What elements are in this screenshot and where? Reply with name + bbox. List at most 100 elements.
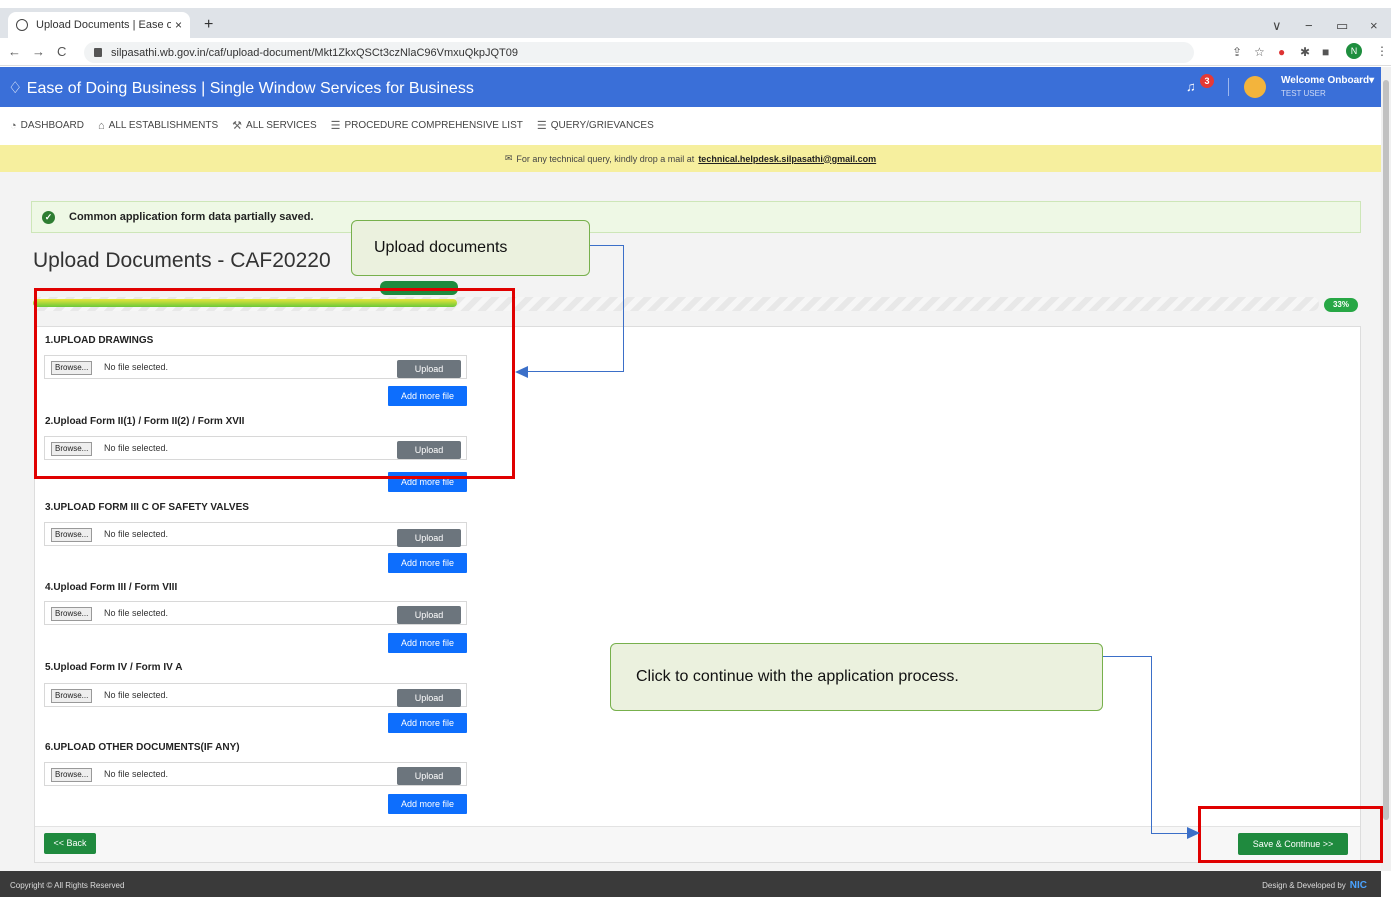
browser-tab[interactable]: Upload Documents | Ease of doi × xyxy=(8,12,190,38)
extension-icon[interactable]: ● xyxy=(1278,45,1285,59)
helpdesk-notice: ✉ For any technical query, kindly drop a… xyxy=(0,145,1381,172)
main-menu: ◔ DASHBOARD ⌂ ALL ESTABLISHMENTS ⚒ ALL SERV… xyxy=(0,107,1381,144)
connector-line xyxy=(623,245,624,372)
tab-title: Upload Documents | Ease of doi xyxy=(36,19,171,31)
file-input-row: Browse... No file selected. Upload xyxy=(44,762,467,786)
add-more-file-button[interactable]: Add more file xyxy=(388,713,467,733)
browse-button[interactable]: Browse... xyxy=(51,768,93,782)
file-status: No file selected. xyxy=(104,608,169,618)
url-field[interactable]: silpasathi.wb.gov.in/caf/upload-document… xyxy=(84,42,1194,63)
browse-button[interactable]: Browse... xyxy=(51,689,93,703)
file-input-row: Browse... No file selected. Upload xyxy=(44,522,467,547)
user-avatar[interactable] xyxy=(1244,76,1266,98)
new-tab-button[interactable]: + xyxy=(204,16,213,34)
progress-percent-badge: 33% xyxy=(1324,298,1358,312)
connector-arrowhead xyxy=(515,366,528,378)
section-title: 5.Upload Form IV / Form IV A xyxy=(45,662,183,673)
file-input-row: Browse... No file selected. Upload xyxy=(44,683,467,707)
notice-text: For any technical query, kindly drop a m… xyxy=(516,153,695,164)
credit-text: Design & Developed by xyxy=(1262,881,1346,890)
browse-button[interactable]: Browse... xyxy=(51,528,93,542)
list-icon: ☰ xyxy=(330,120,341,132)
app-title[interactable]: ♢ Ease of Doing Business | Single Window… xyxy=(8,78,474,98)
back-arrow-icon[interactable]: ← xyxy=(8,44,21,59)
connector-line xyxy=(1151,833,1188,834)
list-icon: ☰ xyxy=(536,120,547,132)
app-title-text: Ease of Doing Business | Single Window S… xyxy=(26,80,474,97)
menu-item-procedure-list[interactable]: ☰ PROCEDURE COMPREHENSIVE LIST xyxy=(331,119,523,132)
wrench-icon: ⚒ xyxy=(232,120,243,132)
globe-icon xyxy=(16,19,28,31)
page: Upload Documents | Ease of doi × + ∨ − ▭… xyxy=(0,0,1391,897)
section-title: 6.UPLOAD OTHER DOCUMENTS(IF ANY) xyxy=(45,742,240,753)
menu-item-all-establishments[interactable]: ⌂ ALL ESTABLISHMENTS xyxy=(98,120,218,132)
app-header: ♢ Ease of Doing Business | Single Window… xyxy=(0,67,1381,107)
alert-text: Common application form data partially s… xyxy=(69,211,314,223)
more-menu-icon[interactable]: ⋮ xyxy=(1376,44,1388,58)
welcome-menu[interactable]: Welcome Onboard▾ xyxy=(1281,75,1374,86)
copyright-text: Copyright © All Rights Reserved xyxy=(10,881,125,890)
menu-label: ALL ESTABLISHMENTS xyxy=(108,120,219,131)
back-button[interactable]: << Back xyxy=(44,833,96,854)
menu-item-all-services[interactable]: ⚒ ALL SERVICES xyxy=(232,119,316,132)
mail-icon: ✉ xyxy=(504,153,513,163)
profile-avatar[interactable]: N xyxy=(1346,43,1362,59)
minimize-button[interactable]: − xyxy=(1305,18,1313,33)
bell-icon[interactable]: ♫ xyxy=(1186,79,1196,94)
nic-logo: NIC xyxy=(1349,880,1367,891)
add-more-file-button[interactable]: Add more file xyxy=(388,633,467,653)
callout-upload-documents: Upload documents xyxy=(351,220,590,276)
notification-badge: 3 xyxy=(1200,74,1214,88)
browser-tab-bar: Upload Documents | Ease of doi × + ∨ − ▭… xyxy=(0,8,1391,38)
restore-button[interactable]: ▭ xyxy=(1336,18,1348,34)
success-alert: ✓ Common application form data partially… xyxy=(31,201,1361,233)
add-more-file-button[interactable]: Add more file xyxy=(388,553,467,573)
page-footer: Copyright © All Rights Reserved Design &… xyxy=(0,871,1381,897)
page-title: Upload Documents - CAF20220 xyxy=(33,249,331,272)
tab-close-icon[interactable]: × xyxy=(175,18,182,32)
card-footer xyxy=(35,826,1360,862)
welcome-text: Welcome Onboard xyxy=(1281,75,1370,86)
connector-line xyxy=(528,371,624,372)
file-status: No file selected. xyxy=(104,769,169,779)
lock-icon xyxy=(94,48,102,57)
highlight-box-save xyxy=(1198,806,1383,863)
upload-button[interactable]: Upload xyxy=(397,529,461,547)
add-more-file-button[interactable]: Add more file xyxy=(388,794,467,814)
menu-item-query-grievances[interactable]: ☰ QUERY/GRIEVANCES xyxy=(537,119,654,132)
bookmark-star-icon[interactable]: ☆ xyxy=(1254,45,1265,59)
connector-arrowhead xyxy=(1187,827,1200,839)
file-status: No file selected. xyxy=(104,529,169,539)
file-status: No file selected. xyxy=(104,690,169,700)
menu-item-dashboard[interactable]: ◔ DASHBOARD xyxy=(10,120,84,132)
scrollbar-thumb[interactable] xyxy=(1383,80,1389,820)
url-text: silpasathi.wb.gov.in/caf/upload-document… xyxy=(111,46,518,59)
upload-button[interactable]: Upload xyxy=(397,606,461,624)
section-title: 3.UPLOAD FORM III C OF SAFETY VALVES xyxy=(45,502,249,513)
forward-arrow-icon[interactable]: → xyxy=(32,44,45,59)
dashboard-icon: ◔ xyxy=(10,119,17,132)
callout-continue: Click to continue with the application p… xyxy=(610,643,1103,711)
building-icon: ⌂ xyxy=(98,119,105,132)
caret-down-icon: ▾ xyxy=(1369,75,1375,86)
menu-label: QUERY/GRIEVANCES xyxy=(550,120,654,131)
puzzle-icon[interactable]: ✱ xyxy=(1300,45,1310,59)
logo-icon: ♢ xyxy=(8,80,27,97)
check-circle-icon: ✓ xyxy=(42,210,55,224)
reload-icon[interactable]: C xyxy=(57,44,66,59)
upload-button[interactable]: Upload xyxy=(397,767,461,785)
footer-credit: Design & Developed by NIC xyxy=(1262,880,1367,891)
connector-line xyxy=(590,245,624,246)
tab-search-icon[interactable]: ∨ xyxy=(1272,18,1282,34)
menu-label: ALL SERVICES xyxy=(246,120,317,131)
share-icon[interactable]: ⇪ xyxy=(1232,45,1242,59)
connector-line xyxy=(1103,656,1152,657)
sidebar-icon[interactable]: ■ xyxy=(1322,45,1329,59)
address-bar-row: ← → C silpasathi.wb.gov.in/caf/upload-do… xyxy=(0,38,1391,66)
upload-button[interactable]: Upload xyxy=(397,689,461,707)
section-title: 4.Upload Form III / Form VIII xyxy=(45,582,178,593)
highlight-box-upload xyxy=(34,288,515,479)
close-window-button[interactable]: × xyxy=(1370,18,1378,33)
helpdesk-email-link[interactable]: technical.helpdesk.silpasathi@gmail.com xyxy=(698,154,876,164)
browse-button[interactable]: Browse... xyxy=(51,607,93,621)
